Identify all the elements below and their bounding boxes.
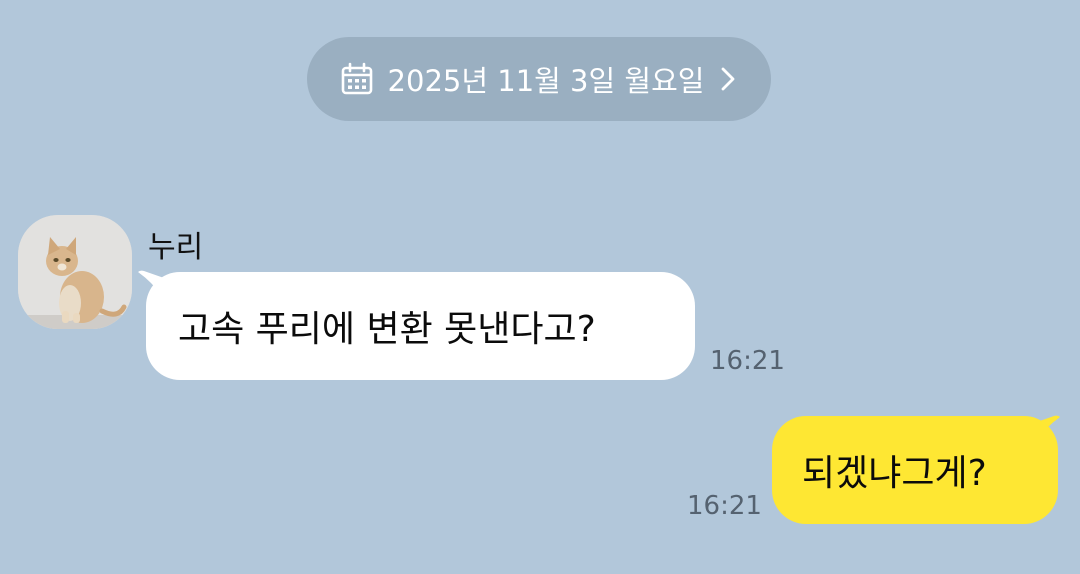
date-label: 2025년 11월 3일 월요일 xyxy=(387,64,705,98)
avatar[interactable] xyxy=(18,215,132,329)
incoming-message-time: 16:21 xyxy=(710,346,785,376)
incoming-message-bubble[interactable]: 고속 푸리에 변환 못낸다고? xyxy=(146,272,695,380)
outgoing-message-bubble[interactable]: 되겠냐그게? xyxy=(772,416,1058,524)
chat-area: 2025년 11월 3일 월요일 누리 고속 푸리에 변환 못낸다고? 16:2… xyxy=(0,0,1080,574)
incoming-message-text: 고속 푸리에 변환 못낸다고? xyxy=(178,309,596,350)
chevron-right-icon xyxy=(722,67,735,91)
calendar-icon xyxy=(341,62,372,95)
date-divider[interactable]: 2025년 11월 3일 월요일 xyxy=(307,37,771,121)
outgoing-message-time: 16:21 xyxy=(687,491,762,521)
cat-avatar-image xyxy=(18,215,132,329)
sender-name: 누리 xyxy=(148,230,204,265)
outgoing-message-text: 되겠냐그게? xyxy=(802,453,987,494)
